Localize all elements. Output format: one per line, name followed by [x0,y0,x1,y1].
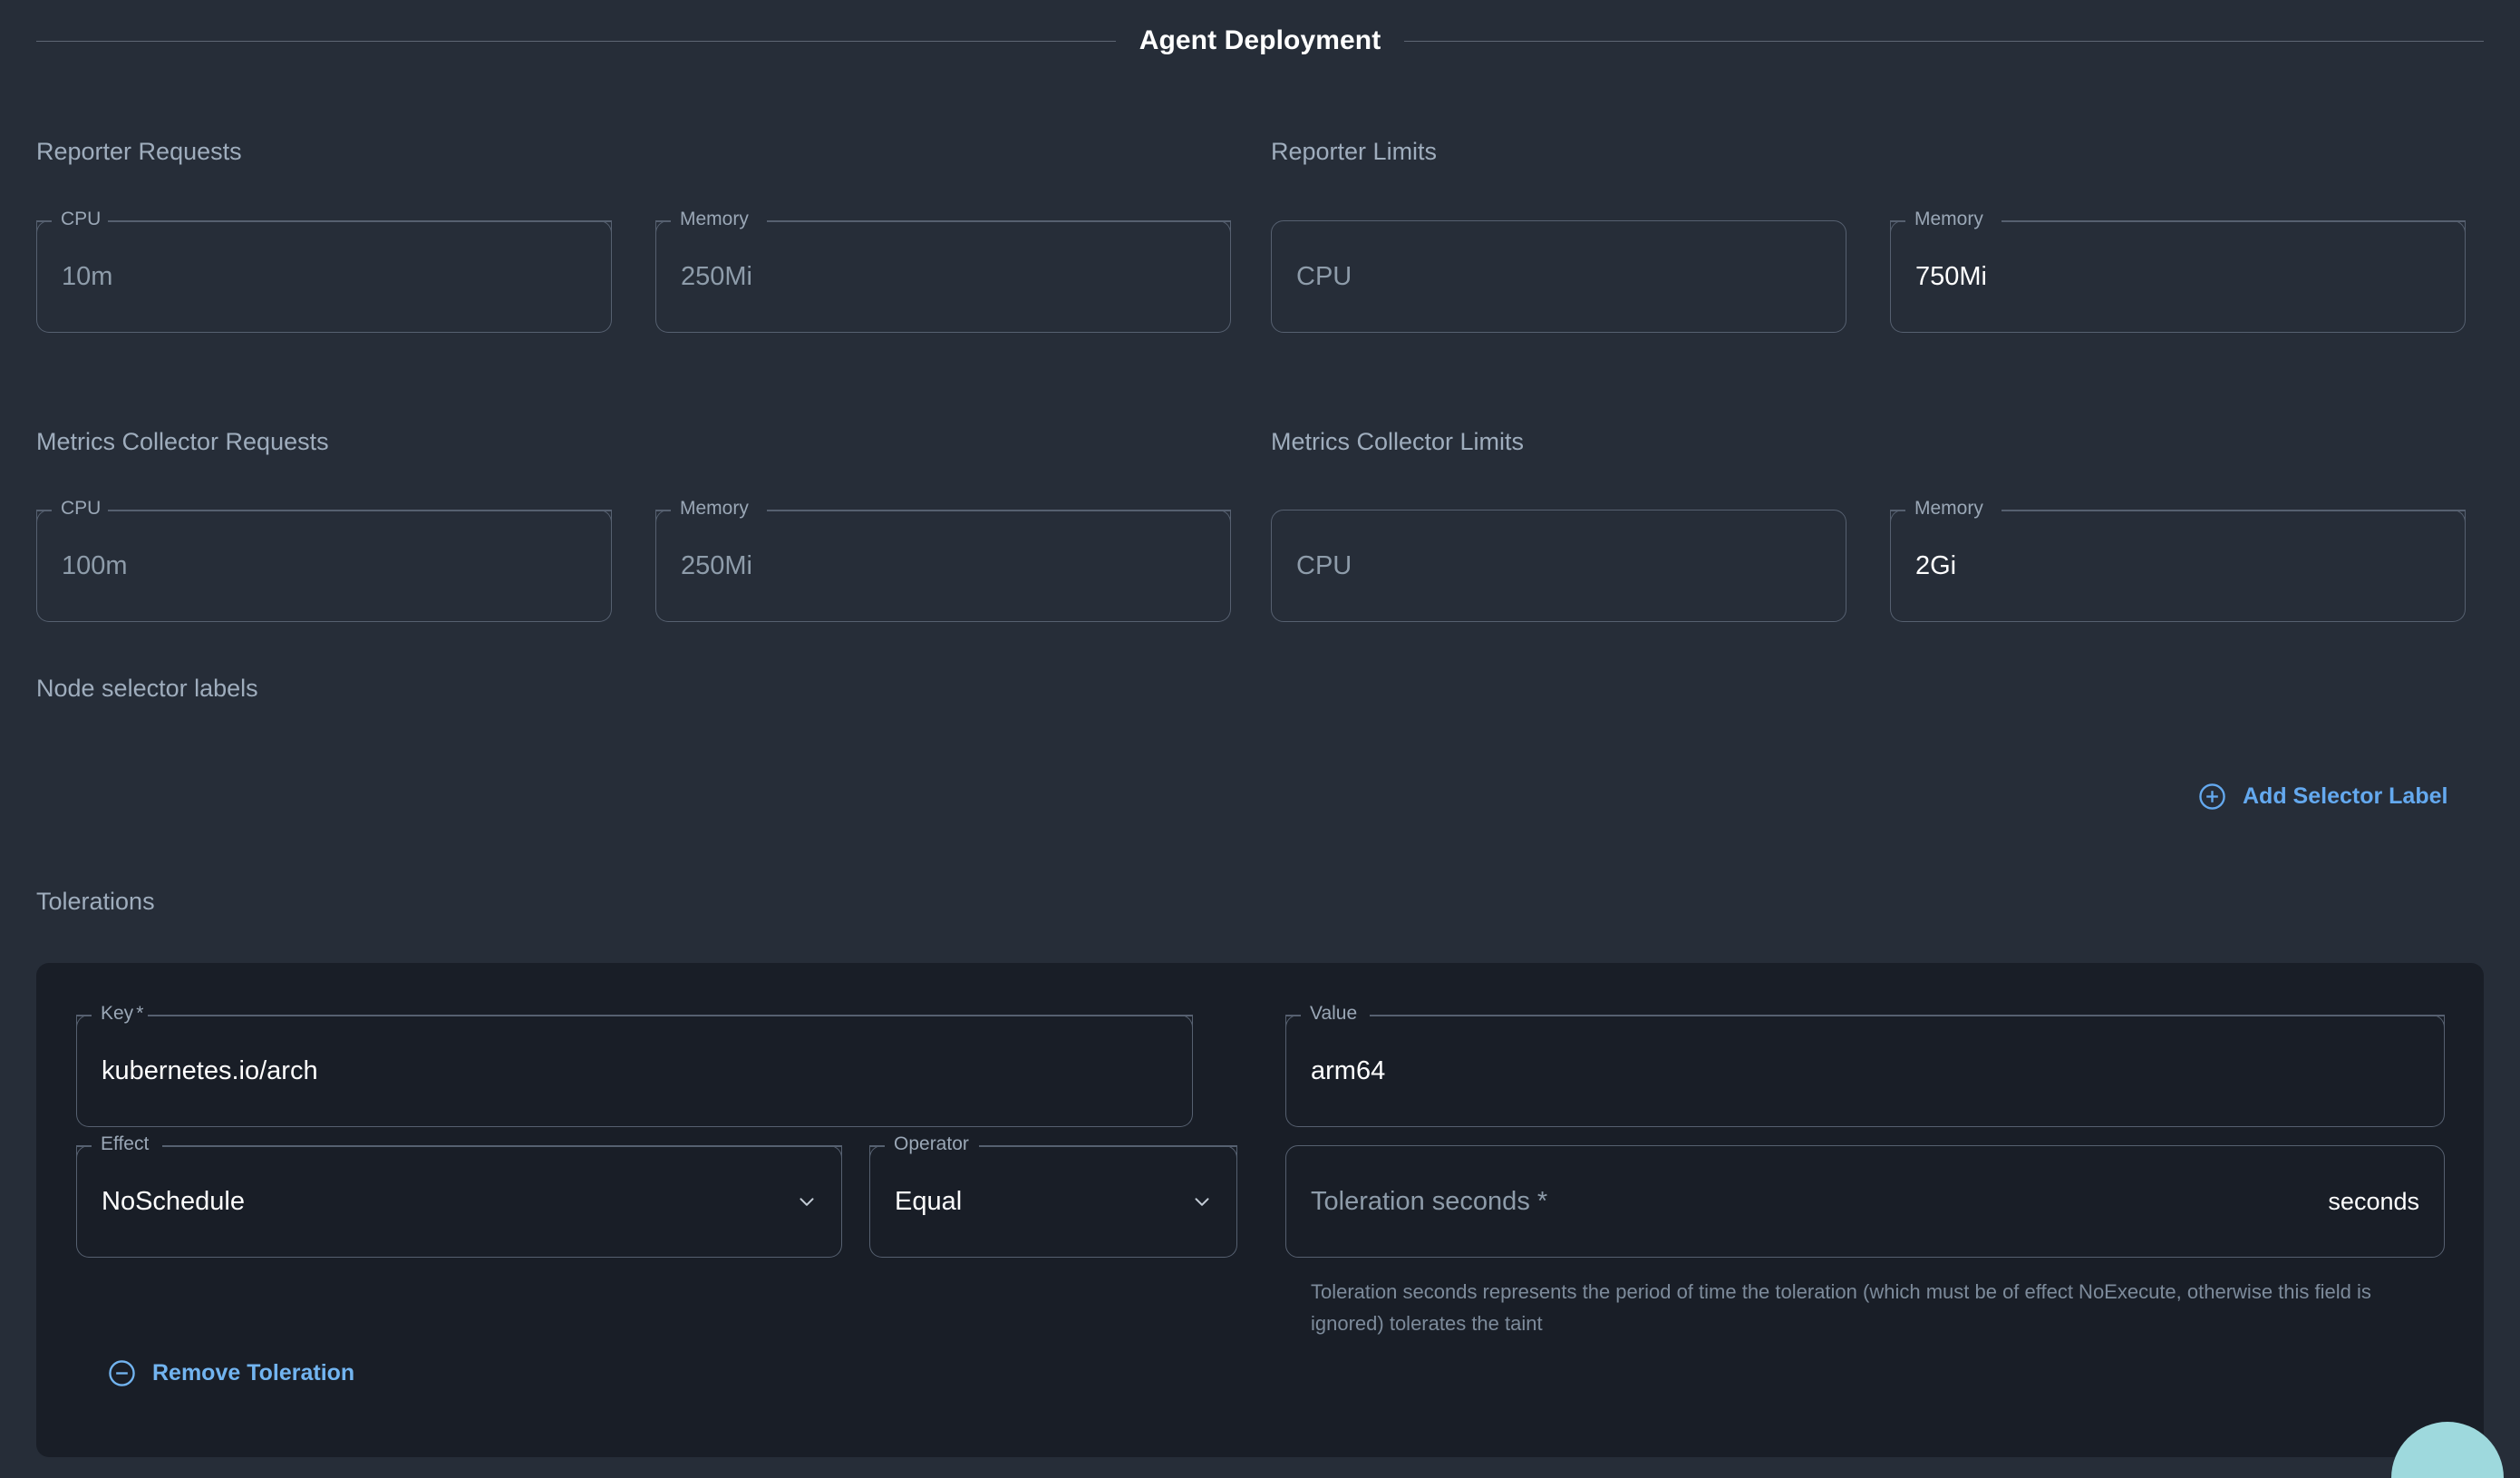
group-title-reporter-requests: Reporter Requests [36,138,242,165]
group-title-node-selector-labels: Node selector labels [36,675,258,702]
page-title: Agent Deployment [1139,25,1381,55]
field-outline [1271,220,1846,333]
field-corner-right [1217,220,1231,234]
field-corner-left [76,1015,90,1028]
field-corner-left [1285,1015,1299,1028]
metrics-collector-requests-cpu-field[interactable]: CPU 100m [36,498,612,622]
field-value: NoSchedule [102,1186,245,1216]
field-value: kubernetes.io/arch [102,1055,318,1085]
group-title-tolerations: Tolerations [36,888,155,915]
field-corner-left [76,1145,90,1159]
add-selector-label-button[interactable]: Add Selector Label [2197,782,2447,812]
field-value: 100m [62,550,128,580]
metrics-collector-limits-cpu-field[interactable]: CPU [1271,510,1846,622]
field-corner-right [598,510,612,523]
field-corner-right [2452,510,2466,523]
field-value: CPU [1296,550,1352,580]
add-selector-label-text: Add Selector Label [2243,783,2448,809]
field-value: 2Gi [1915,550,1957,580]
field-corner-left [1890,510,1904,523]
field-corner-left [869,1145,883,1159]
toleration-effect-select[interactable]: Effect NoSchedule [76,1133,842,1258]
field-notch [36,220,612,222]
toleration-seconds-field[interactable]: Toleration seconds * seconds [1285,1145,2445,1258]
reporter-requests-memory-field[interactable]: Memory 250Mi [655,209,1231,333]
field-placeholder: Toleration seconds * [1311,1186,1548,1216]
field-value: 250Mi [681,261,752,291]
field-corner-right [1217,510,1231,523]
field-outline [1285,1015,2445,1127]
minus-circle-icon [107,1358,137,1388]
toleration-value-field[interactable]: Value arm64 [1285,1003,2445,1127]
field-outline [36,220,612,333]
field-corner-right [1179,1015,1193,1028]
field-corner-left [36,510,50,523]
field-value: arm64 [1311,1055,1386,1085]
field-outline [1890,510,2466,622]
header-rule-left [36,40,1116,42]
field-corner-left [655,510,669,523]
field-outline [1271,510,1846,622]
metrics-collector-requests-memory-field[interactable]: Memory 250Mi [655,498,1231,622]
field-value: 750Mi [1915,261,1987,291]
field-notch [1285,1015,2445,1016]
group-title-metrics-collector-limits: Metrics Collector Limits [1271,428,1525,455]
field-value: 250Mi [681,550,752,580]
seconds-suffix-adornment: seconds [2328,1187,2419,1215]
field-corner-right [598,220,612,234]
toleration-card: Key * kubernetes.io/arch Value arm64 Eff… [36,963,2484,1457]
field-value: CPU [1296,261,1352,291]
field-corner-right [1224,1145,1237,1159]
field-corner-right [2452,220,2466,234]
chevron-down-icon[interactable] [1190,1190,1214,1213]
field-corner-left [36,220,50,234]
plus-circle-icon [2197,782,2227,812]
toleration-key-field[interactable]: Key * kubernetes.io/arch [76,1003,1193,1127]
field-corner-right [829,1145,842,1159]
section-header: Agent Deployment [36,25,2484,56]
toleration-operator-select[interactable]: Operator Equal [869,1133,1237,1258]
field-corner-left [655,220,669,234]
field-value: Equal [895,1186,963,1216]
remove-toleration-text: Remove Toleration [152,1360,355,1386]
reporter-limits-cpu-field[interactable]: CPU [1271,220,1846,333]
header-rule-right [1404,40,2484,42]
field-value: 10m [62,261,113,291]
group-title-reporter-limits: Reporter Limits [1271,138,1438,165]
toleration-seconds-helper-text: Toleration seconds represents the period… [1311,1280,2371,1335]
metrics-collector-limits-memory-field[interactable]: Memory 2Gi [1890,498,2466,622]
reporter-requests-cpu-field[interactable]: CPU 10m [36,209,612,333]
field-corner-right [2431,1015,2445,1028]
remove-toleration-button[interactable]: Remove Toleration [107,1358,354,1388]
field-corner-left [1890,220,1904,234]
group-title-metrics-collector-requests: Metrics Collector Requests [36,428,329,455]
agent-deployment-form: Agent Deployment Reporter Requests CPU 1… [0,0,2520,1478]
chevron-down-icon[interactable] [795,1190,819,1213]
reporter-limits-memory-field[interactable]: Memory 750Mi [1890,209,2466,333]
